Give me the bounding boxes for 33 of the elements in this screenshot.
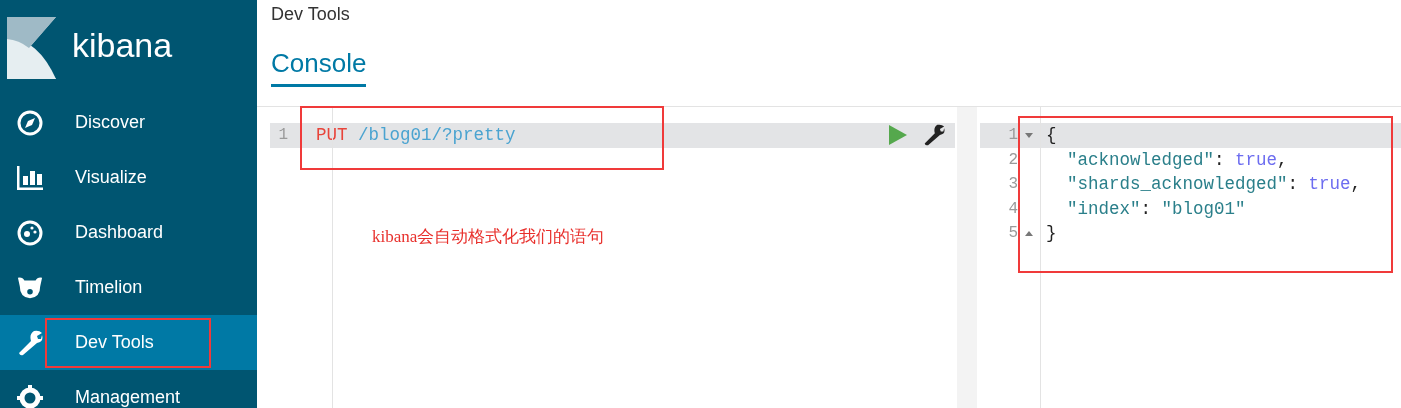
line-number: 4 xyxy=(1008,198,1018,220)
line-number: 2 xyxy=(1008,149,1018,171)
line-number: 5 xyxy=(1008,223,1018,244)
play-icon[interactable] xyxy=(889,125,907,146)
nav-item[interactable]: Discover xyxy=(0,95,257,150)
nav-item[interactable]: Management xyxy=(0,370,257,408)
nav-item[interactable]: Dashboard xyxy=(0,205,257,260)
wrench-icon[interactable] xyxy=(923,124,945,147)
annotation-text: kibana会自动格式化我们的语句 xyxy=(372,226,605,248)
nav-item[interactable]: Dev Tools xyxy=(0,315,257,370)
code-line: "acknowledged": true, xyxy=(1067,148,1288,172)
line-number: 3 xyxy=(1008,174,1018,195)
code-line: } xyxy=(1046,222,1057,245)
bar-chart-icon xyxy=(17,165,43,190)
kibana-logo-icon xyxy=(7,16,56,79)
code-line: { xyxy=(1046,124,1057,147)
nav-item[interactable]: Timelion xyxy=(0,260,257,315)
line-number: 1 xyxy=(278,125,288,146)
line-number: 1 xyxy=(1008,125,1018,146)
brand-name: kibana xyxy=(72,27,173,66)
wrench-icon xyxy=(17,329,43,356)
bear-icon xyxy=(17,275,43,300)
tab[interactable]: Console xyxy=(271,48,367,87)
code-line: "shards_acknowledged": true, xyxy=(1067,173,1362,196)
fold-icon[interactable] xyxy=(1025,230,1033,236)
code-line: PUT /blog01/?pretty xyxy=(316,124,516,147)
nav-item[interactable]: Visualize xyxy=(0,150,257,205)
compass-icon xyxy=(17,109,43,136)
fold-icon[interactable] xyxy=(1025,132,1033,138)
page-title: Dev Tools xyxy=(271,3,351,25)
code-line: "index": "blog01" xyxy=(1067,197,1246,221)
gear-icon xyxy=(17,384,43,408)
dashboard-icon xyxy=(17,219,43,246)
